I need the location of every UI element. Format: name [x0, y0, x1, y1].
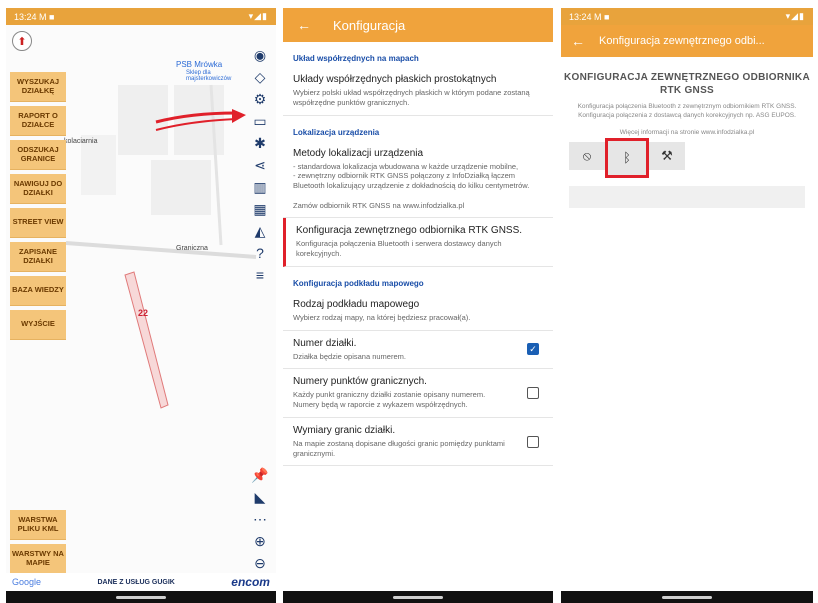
map-screen: 13:24 M ■ ▾◢▮ ⬆ PSB Mrówka Sklep dla maj… — [6, 8, 276, 603]
back-arrow-icon[interactable]: ← — [297, 17, 311, 33]
map-view[interactable]: ⬆ PSB Mrówka Sklep dla majsterkowiczów k… — [6, 25, 276, 591]
bluetooth-icon[interactable]: ᛒ — [605, 137, 649, 178]
setting-boundary-points[interactable]: Numery punktów granicznych. Każdy punkt … — [283, 369, 553, 418]
gps-off-icon[interactable]: ⦸ — [569, 141, 605, 170]
rtk-appbar: ← Konfiguracja zewnętrznego odbi... — [561, 25, 813, 57]
zoom-in-icon[interactable]: ⊕ — [250, 531, 270, 551]
map-label-street: Graniczna — [176, 245, 208, 252]
setting-coord-system[interactable]: Układy współrzędnych płaskich prostokątn… — [283, 67, 553, 116]
parcel-number-checkbox[interactable]: ✓ — [527, 343, 539, 356]
distance-measure-icon[interactable]: ⋯ — [250, 509, 270, 529]
rtk-button-row: ⦸ ᛒ ⚒ — [569, 137, 805, 178]
boundary-dimensions-checkbox[interactable] — [527, 435, 539, 448]
home-pill[interactable] — [116, 595, 166, 599]
home-pill[interactable] — [662, 595, 712, 599]
angle-measure-icon[interactable]: ◣ — [250, 487, 270, 507]
system-nav-bar — [6, 591, 276, 603]
book-icon[interactable]: ▥ — [250, 177, 270, 197]
map-footer: Google DANE Z USŁUG GUGIK encom — [6, 573, 276, 591]
help-icon[interactable]: ? — [250, 243, 270, 263]
status-bar: 13:24 M ■ ▾◢▮ — [6, 8, 276, 25]
parcel-22-shape — [124, 271, 169, 409]
home-pill[interactable] — [393, 595, 443, 599]
status-time: 13:24 — [14, 11, 37, 22]
rtk-status-bar — [569, 185, 805, 208]
building-icon[interactable]: ▦ — [250, 199, 270, 219]
rtk-title: Konfiguracja zewnętrznego odbi... — [599, 35, 765, 47]
frame-icon[interactable]: ▭ — [250, 111, 270, 131]
system-nav-bar — [561, 591, 813, 603]
map-layers-button[interactable]: WARSTWY NA MAPIE — [10, 544, 66, 574]
status-bar: 13:24 M ■ ▾◢▮ — [561, 8, 813, 25]
setting-parcel-number[interactable]: Numer działki. Działka będzie opisana nu… — [283, 331, 553, 370]
rtk-more-info[interactable]: Więcej informacji na stronie www.infodzi… — [561, 121, 813, 136]
find-boundaries-button[interactable]: ODSZUKAJ GRANICE — [10, 140, 66, 170]
locate-icon[interactable]: ◉ — [250, 45, 270, 65]
setting-rtk-gnss[interactable]: Konfiguracja zewnętrznego odbiornika RTK… — [283, 218, 553, 267]
location-off-icon[interactable]: ◇ — [250, 67, 270, 87]
pin-icon[interactable]: 📌 — [250, 465, 270, 485]
gugik-link[interactable]: DANE Z USŁUG GUGIK — [97, 579, 174, 586]
section-header-coords: Układ współrzędnych na mapach — [293, 54, 419, 63]
exit-button[interactable]: WYJŚCIE — [10, 310, 66, 340]
setting-location-methods[interactable]: Metody lokalizacji urządzenia - standard… — [283, 141, 553, 219]
google-logo: Google — [12, 577, 42, 587]
rtk-heading: KONFIGURACJA ZEWNĘTRZNEGO ODBIORNIKA RTK… — [564, 72, 810, 96]
saved-parcels-button[interactable]: ZAPISANE DZIAŁKI — [10, 242, 66, 272]
find-parcel-button[interactable]: WYSZUKAJ DZIAŁKĘ — [10, 72, 66, 102]
menu-icon[interactable]: ≡ — [250, 265, 270, 285]
rtk-description: Konfiguracja połączenia Bluetooth z zewn… — [577, 103, 797, 119]
tools-icon[interactable]: ⚒ — [649, 141, 685, 170]
section-header-location: Lokalizacja urządzenia — [293, 127, 380, 137]
right-toolbar: ◉ ◇ ⚙ ▭ ✱ ⋖ ▥ ▦ ◭ ? ≡ — [250, 45, 270, 287]
settings-screen: ← Konfiguracja Układ współrzędnych na ma… — [283, 8, 553, 603]
setting-boundary-dimensions[interactable]: Wymiary granic działki. Na mapie zostaną… — [283, 418, 553, 467]
system-nav-bar — [283, 591, 553, 603]
back-arrow-icon[interactable]: ← — [571, 33, 585, 49]
street-view-button[interactable]: STREET VIEW — [10, 208, 66, 238]
school-icon[interactable]: ◭ — [250, 221, 270, 241]
setting-basemap-type[interactable]: Rodzaj podkładu mapowego Wybierz rodzaj … — [283, 292, 553, 331]
share-icon[interactable]: ⋖ — [250, 155, 270, 175]
boundary-points-checkbox[interactable] — [527, 387, 539, 399]
settings-gear-icon[interactable]: ⚙ — [250, 89, 270, 109]
status-icons: ▾◢▮ — [248, 11, 268, 21]
map-label-shop-sub: Sklep dla majsterkowiczów — [186, 70, 232, 82]
navigate-button[interactable]: NAWIGUJ DO DZIAŁKI — [10, 174, 66, 204]
rtk-config-screen: 13:24 M ■ ▾◢▮ ← Konfiguracja zewnętrzneg… — [561, 8, 813, 603]
compass-icon[interactable]: ⬆ — [12, 31, 32, 51]
settings-appbar: ← Konfiguracja — [283, 8, 553, 42]
bottom-right-toolbar: 📌 ◣ ⋯ ⊕ ⊖ — [250, 465, 270, 575]
settings-title: Konfiguracja — [333, 17, 406, 33]
map-label-shop: PSB Mrówka — [176, 60, 223, 69]
knowledge-base-button[interactable]: BAZA WIEDZY — [10, 276, 66, 306]
section-header-basemap: Konfiguracja podkładu mapowego — [293, 278, 424, 288]
zoom-out-icon[interactable]: ⊖ — [250, 553, 270, 573]
kml-layer-button[interactable]: WARSTWA PLIKU KML — [10, 510, 66, 540]
map-label-place: kolaciarnia — [64, 138, 98, 145]
bug-icon[interactable]: ✱ — [250, 133, 270, 153]
encom-logo: encom — [231, 575, 270, 589]
parcel-report-button[interactable]: RAPORT O DZIAŁCE — [10, 106, 66, 136]
parcel-number: 22 — [138, 308, 149, 318]
